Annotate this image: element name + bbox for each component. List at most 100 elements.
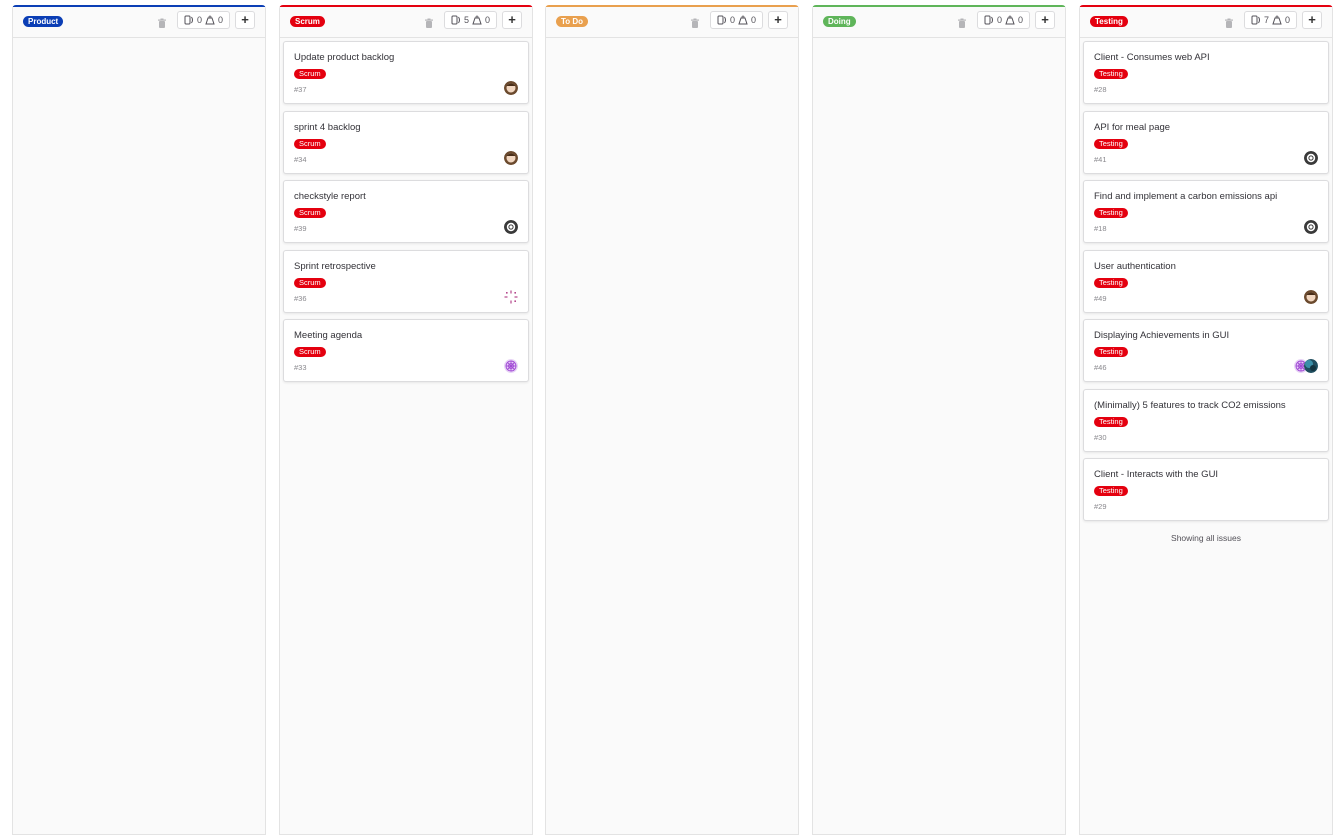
- issue-card[interactable]: Client - Interacts with the GUI Testing …: [1083, 458, 1329, 521]
- board-list-todo: To Do 0 0 +: [545, 5, 799, 835]
- issue-number: #41: [1094, 154, 1107, 164]
- new-issue-button[interactable]: +: [1302, 11, 1322, 29]
- photo-avatar[interactable]: [504, 81, 518, 95]
- issue-card[interactable]: Displaying Achievements in GUI Testing #…: [1083, 319, 1329, 382]
- delete-list-icon[interactable]: [957, 16, 967, 28]
- issue-number: #18: [1094, 224, 1107, 233]
- delete-list-icon[interactable]: [157, 16, 167, 28]
- issue-card[interactable]: API for meal page Testing #41: [1083, 110, 1329, 174]
- weight-count: 0: [1018, 15, 1024, 25]
- issue-title[interactable]: API for meal page: [1094, 122, 1170, 133]
- weight-icon: [1005, 15, 1015, 25]
- issue-card[interactable]: Client - Consumes web API Testing #28: [1083, 41, 1329, 104]
- issue-title[interactable]: User authentication: [1094, 261, 1176, 272]
- issue-number: #33: [294, 363, 307, 372]
- issue-title[interactable]: Update product backlog: [294, 52, 394, 63]
- issue-card[interactable]: Meeting agenda Scrum #33: [283, 319, 529, 382]
- list-label-pill[interactable]: Testing: [1090, 16, 1128, 27]
- issues-icon: [984, 15, 994, 25]
- photo-avatar[interactable]: [1304, 289, 1318, 304]
- issue-card[interactable]: sprint 4 backlog Scrum #34: [283, 110, 529, 174]
- weight-count: 0: [1285, 15, 1291, 25]
- weight-icon: [738, 15, 748, 25]
- issue-label[interactable]: Scrum: [294, 69, 326, 79]
- issue-card[interactable]: checkstyle report Scrum #39: [283, 180, 529, 243]
- spinner-avatar[interactable]: [504, 289, 518, 304]
- list-cards: Client - Consumes web API Testing #28 AP…: [1080, 38, 1332, 543]
- list-header: Product 0 0 +: [13, 7, 265, 38]
- issue-label[interactable]: Testing: [1094, 347, 1128, 357]
- showing-all-issues-text: Showing all issues: [1171, 533, 1241, 543]
- ring-avatar[interactable]: [1304, 220, 1318, 234]
- issue-card[interactable]: Find and implement a carbon emissions ap…: [1083, 180, 1329, 243]
- issue-title[interactable]: checkstyle report: [294, 191, 366, 202]
- board-list-product: Product 0 0 +: [12, 5, 266, 835]
- weight-count: 0: [751, 15, 757, 25]
- issue-label[interactable]: Testing: [1094, 416, 1128, 427]
- issue-label[interactable]: Scrum: [294, 347, 326, 357]
- issue-number: #29: [1094, 502, 1107, 511]
- delete-list-icon[interactable]: [424, 16, 434, 28]
- issue-label[interactable]: Testing: [1094, 277, 1128, 288]
- issue-label[interactable]: Scrum: [294, 138, 326, 149]
- issue-card[interactable]: (Minimally) 5 features to track CO2 emis…: [1083, 388, 1329, 452]
- list-header: Testing 7 0 +: [1080, 7, 1332, 38]
- weight-icon: [205, 15, 215, 25]
- issue-title[interactable]: Meeting agenda: [294, 330, 362, 341]
- issue-title[interactable]: Find and implement a carbon emissions ap…: [1094, 191, 1277, 202]
- board-list-doing: Doing 0 0 +: [812, 5, 1066, 835]
- issue-card[interactable]: Update product backlog Scrum #37: [283, 41, 529, 104]
- delete-list-icon[interactable]: [1224, 16, 1234, 28]
- issue-count: 0: [729, 15, 735, 25]
- issue-number: #37: [294, 85, 307, 94]
- issue-number: #30: [1094, 432, 1107, 442]
- list-cards: [546, 38, 798, 41]
- issue-label[interactable]: Testing: [1094, 69, 1128, 79]
- issue-count: 0: [196, 15, 202, 25]
- issue-label[interactable]: Scrum: [294, 208, 326, 218]
- issue-label[interactable]: Testing: [1094, 208, 1128, 218]
- board-list-testing: Testing 7 0 + Client - Consumes web API …: [1079, 5, 1333, 835]
- issue-board: Product 0 0 + Scrum 5 0 + Update product…: [0, 0, 1341, 835]
- list-label-pill[interactable]: Scrum: [290, 16, 325, 27]
- issue-title[interactable]: Displaying Achievements in GUI: [1094, 330, 1229, 341]
- new-issue-button[interactable]: +: [768, 11, 788, 29]
- new-issue-button[interactable]: +: [1035, 11, 1055, 29]
- ring-avatar[interactable]: [1304, 150, 1318, 165]
- list-counts: 5 0: [444, 11, 497, 29]
- list-counts: 0 0: [710, 11, 763, 29]
- ring-avatar[interactable]: [504, 220, 518, 234]
- issue-number: #36: [294, 293, 307, 303]
- issue-label[interactable]: Testing: [1094, 138, 1128, 149]
- weight-count: 0: [485, 15, 491, 25]
- issue-number: #39: [294, 224, 307, 233]
- list-header: Doing 0 0 +: [813, 7, 1065, 38]
- weight-icon: [1272, 15, 1282, 25]
- issue-card[interactable]: User authentication Testing #49: [1083, 249, 1329, 313]
- issues-icon: [717, 15, 727, 25]
- issue-title[interactable]: Client - Consumes web API: [1094, 52, 1210, 63]
- list-label-pill[interactable]: Product: [23, 16, 64, 27]
- issue-number: #46: [1094, 363, 1107, 372]
- issue-title[interactable]: Client - Interacts with the GUI: [1094, 469, 1218, 480]
- issue-count: 5: [463, 15, 469, 25]
- board-list-scrum: Scrum 5 0 + Update product backlog Scrum…: [279, 5, 533, 835]
- issue-title[interactable]: (Minimally) 5 features to track CO2 emis…: [1094, 400, 1286, 411]
- issue-title[interactable]: Sprint retrospective: [294, 261, 376, 272]
- list-label-pill[interactable]: To Do: [556, 16, 589, 27]
- issue-title[interactable]: sprint 4 backlog: [294, 122, 361, 133]
- issue-label[interactable]: Testing: [1094, 486, 1128, 496]
- list-header: Scrum 5 0 +: [280, 7, 532, 38]
- issue-card[interactable]: Sprint retrospective Scrum #36: [283, 249, 529, 313]
- weight-icon: [472, 15, 482, 25]
- new-issue-button[interactable]: +: [235, 11, 255, 29]
- new-issue-button[interactable]: +: [502, 11, 522, 29]
- pattern-avatar[interactable]: [504, 359, 518, 373]
- photo-avatar[interactable]: [504, 150, 518, 165]
- issue-label[interactable]: Scrum: [294, 277, 326, 288]
- list-label-pill[interactable]: Doing: [823, 16, 856, 27]
- globe-avatar[interactable]: [1304, 359, 1318, 373]
- weight-count: 0: [218, 15, 224, 25]
- delete-list-icon[interactable]: [690, 16, 700, 28]
- issues-icon: [184, 15, 194, 25]
